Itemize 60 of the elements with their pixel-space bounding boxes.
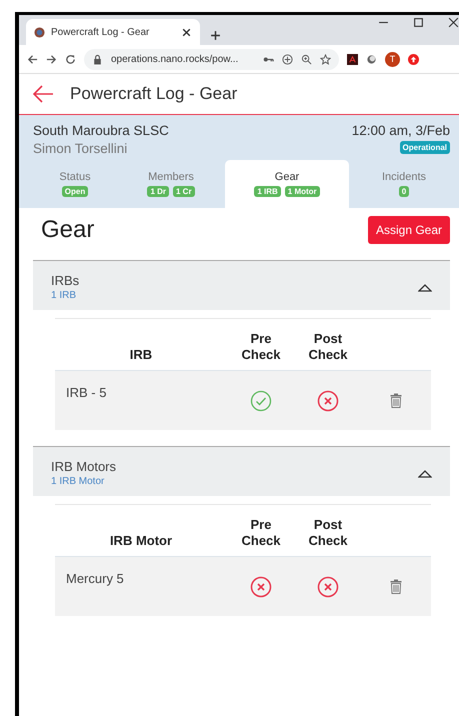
extension-icon[interactable] bbox=[366, 54, 377, 64]
reload-icon[interactable] bbox=[65, 54, 76, 64]
section-title: IRBs bbox=[51, 273, 80, 288]
item-count: 1 IRB Motor bbox=[51, 476, 106, 488]
item-count: 1 IRB bbox=[51, 290, 78, 301]
pdf-icon[interactable] bbox=[347, 54, 358, 64]
column-header: Post Check bbox=[308, 331, 348, 362]
star-icon[interactable] bbox=[320, 54, 331, 64]
section-title: IRB Motors bbox=[51, 459, 116, 474]
chevron-up-icon[interactable] bbox=[418, 468, 432, 478]
count-badge: 0 bbox=[398, 186, 410, 197]
assign-gear-button[interactable]: Assign Gear bbox=[368, 216, 450, 244]
add-circle-icon[interactable] bbox=[282, 54, 293, 64]
column-header: Pre Check bbox=[241, 331, 280, 362]
count-badge: 1 Motor bbox=[284, 186, 320, 197]
count-badge: 1 Cr bbox=[173, 186, 195, 197]
url-text: operations.nano.rocks/pow... bbox=[111, 54, 240, 64]
trash-icon[interactable] bbox=[390, 579, 402, 594]
accordion-header[interactable]: IRBs 1 IRB bbox=[33, 260, 450, 310]
page-title: Powercraft Log - Gear bbox=[70, 84, 238, 104]
club-name: South Maroubra SLSC bbox=[33, 123, 169, 138]
column-header: IRB Motor bbox=[110, 532, 172, 548]
count-badge: 1 Dr bbox=[147, 186, 169, 197]
chevron-up-icon[interactable] bbox=[418, 282, 432, 292]
count-badge: Open bbox=[62, 186, 88, 197]
forward-icon[interactable] bbox=[46, 54, 57, 64]
lock-icon bbox=[92, 54, 103, 64]
column-header: Post Check bbox=[308, 517, 348, 548]
maximize-icon[interactable] bbox=[413, 17, 424, 28]
back-arrow-icon[interactable] bbox=[32, 85, 54, 103]
back-icon[interactable] bbox=[27, 54, 38, 64]
browser-tab[interactable]: Powercraft Log - Gear bbox=[26, 19, 200, 45]
gear-name: IRB - 5 bbox=[65, 384, 106, 400]
zoom-icon[interactable] bbox=[301, 54, 312, 64]
person-name: Simon Torsellini bbox=[33, 141, 128, 156]
favicon-icon bbox=[34, 26, 45, 38]
tab-label: Gear bbox=[274, 171, 300, 183]
tab[interactable]: Members 1 Dr 1 Cr bbox=[117, 160, 225, 208]
count-badge: 1 IRB bbox=[254, 186, 281, 197]
profile-avatar[interactable]: T bbox=[385, 52, 400, 66]
column-header: IRB bbox=[130, 346, 152, 362]
tab-title: Powercraft Log - Gear bbox=[51, 26, 150, 38]
trash-icon[interactable] bbox=[390, 393, 402, 408]
tab[interactable]: Gear 1 IRB 1 Motor bbox=[225, 160, 349, 208]
column-header: Pre Check bbox=[241, 517, 280, 548]
new-tab-icon[interactable] bbox=[210, 30, 221, 41]
tab-label: Status bbox=[59, 171, 91, 183]
close-icon[interactable] bbox=[448, 17, 459, 28]
tab[interactable]: Status Open bbox=[33, 160, 117, 208]
tab-label: Members bbox=[148, 171, 194, 183]
gear-name: Mercury 5 bbox=[65, 570, 124, 586]
accordion-header[interactable]: IRB Motors 1 IRB Motor bbox=[33, 446, 450, 496]
tab[interactable]: Incidents 0 bbox=[349, 160, 459, 208]
extension-icon[interactable] bbox=[408, 54, 419, 64]
tab-label: Incidents bbox=[382, 171, 426, 183]
date-time: 12:00 am, 3/Feb bbox=[352, 123, 450, 138]
address-bar[interactable]: operations.nano.rocks/pow... bbox=[84, 48, 339, 70]
close-icon[interactable] bbox=[181, 26, 192, 38]
status-badge: Operational bbox=[400, 140, 450, 154]
section-heading: Gear bbox=[41, 216, 94, 244]
